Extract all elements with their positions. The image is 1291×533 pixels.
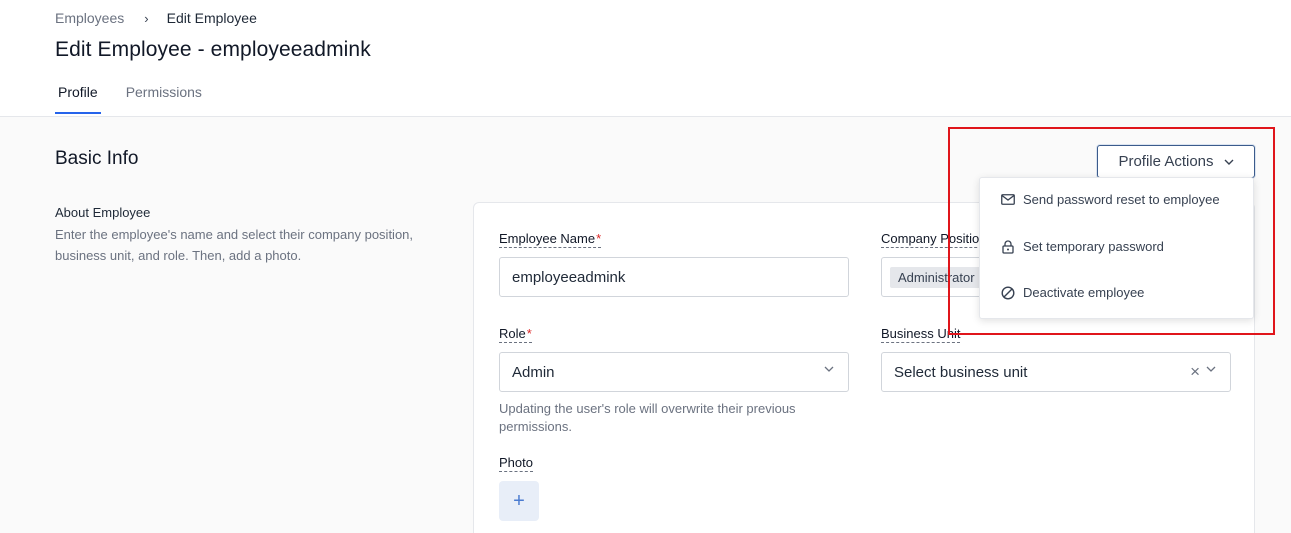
clear-icon[interactable]: ×: [1190, 362, 1200, 382]
section-title: Basic Info: [55, 148, 139, 169]
about-employee-description: Enter the employee's name and select the…: [55, 227, 414, 263]
tab-bar: Profile Permissions: [55, 77, 227, 114]
business-unit-label: Business Unit: [881, 326, 961, 343]
photo-label: Photo: [499, 455, 533, 472]
add-photo-button[interactable]: +: [499, 481, 539, 521]
breadcrumb: Employees › Edit Employee: [55, 10, 257, 26]
role-select[interactable]: Admin: [499, 352, 849, 392]
chevron-down-icon: [1206, 366, 1216, 372]
role-help-text: Updating the user's role will overwrite …: [499, 401, 796, 434]
menu-item-send-password-reset[interactable]: Send password reset to employee: [1000, 192, 1220, 207]
menu-item-label: Send password reset to employee: [1023, 192, 1220, 207]
profile-actions-button[interactable]: Profile Actions: [1097, 145, 1255, 178]
role-value: Admin: [512, 363, 555, 381]
page-title: Edit Employee - employeeadmink: [55, 38, 371, 61]
lock-icon: [1000, 239, 1015, 254]
chevron-down-icon: [824, 366, 834, 372]
menu-item-label: Deactivate employee: [1023, 285, 1145, 300]
employee-name-label: Employee Name*: [499, 231, 602, 248]
envelope-icon: [1000, 192, 1015, 207]
breadcrumb-separator-icon: ›: [144, 10, 149, 26]
page-header: Employees › Edit Employee Edit Employee …: [0, 0, 1291, 117]
company-position-chip: Administrator: [890, 266, 983, 288]
profile-actions-menu: Send password reset to employee Set temp…: [979, 177, 1254, 319]
business-unit-placeholder: Select business unit: [894, 363, 1028, 381]
company-position-label: Company Position: [881, 231, 987, 248]
business-unit-select[interactable]: Select business unit ×: [881, 352, 1231, 392]
menu-item-label: Set temporary password: [1023, 239, 1164, 254]
menu-item-deactivate-employee[interactable]: Deactivate employee: [1000, 285, 1144, 300]
chevron-down-icon: [1224, 159, 1234, 165]
role-label: Role*: [499, 326, 532, 343]
breadcrumb-employees-link[interactable]: Employees: [55, 10, 124, 26]
menu-item-set-temporary-password[interactable]: Set temporary password: [1000, 239, 1164, 254]
employee-name-input[interactable]: employeeadmink: [499, 257, 849, 297]
breadcrumb-current: Edit Employee: [166, 10, 257, 26]
about-employee-title: About Employee: [55, 205, 151, 220]
tab-profile[interactable]: Profile: [55, 77, 101, 114]
block-icon: [1000, 285, 1015, 300]
tab-permissions[interactable]: Permissions: [123, 77, 205, 114]
profile-actions-label: Profile Actions: [1118, 153, 1214, 170]
